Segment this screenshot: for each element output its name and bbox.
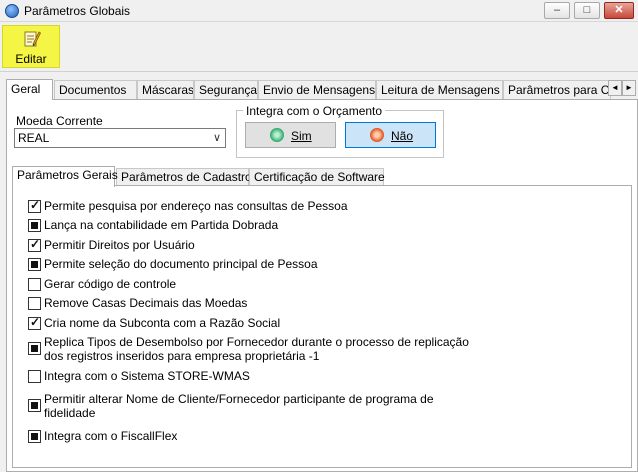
maximize-button[interactable]: □ [574,2,600,19]
checkbox-unchecked[interactable] [28,278,41,291]
tab-parametros-gerais[interactable]: Parâmetros Gerais [12,166,118,187]
checkbox-checked[interactable] [28,198,41,213]
window-title: Parâmetros Globais [24,4,131,18]
title-bar: Parâmetros Globais – □ ✕ [0,0,638,22]
integra-orcamento-title: Integra com o Orçamento [243,104,386,118]
tab-leitura-de-mensagens[interactable]: Leitura de Mensagens [376,80,503,99]
tab-scroll-right-icon[interactable]: ► [622,80,636,96]
editar-button[interactable]: Editar [2,25,60,68]
checkbox-indeterminate[interactable] [28,219,41,232]
checkbox-checked[interactable] [28,237,41,252]
power-on-icon [270,128,284,142]
checkbox-indeterminate[interactable] [28,430,41,443]
edit-document-icon [24,31,41,47]
sim-button[interactable]: Sim [245,122,336,148]
tab-seguranca[interactable]: Segurança [194,80,258,99]
moeda-corrente-label: Moeda Corrente [16,114,103,128]
tab-parametros-de-cadastro[interactable]: Parâmetros de Cadastro [116,168,252,186]
tab-geral[interactable]: Geral [6,79,53,100]
nao-button[interactable]: Não [345,122,436,148]
main-tab-strip: Geral Documentos Máscaras Segurança Envi… [6,79,638,100]
nao-label: Não [391,129,414,143]
checkbox-indeterminate[interactable] [28,258,41,271]
sim-label: Sim [291,129,312,143]
tab-parametros-para-co[interactable]: Parâmetros para Co [503,80,611,99]
moeda-corrente-select[interactable]: REAL ∨ [14,128,226,148]
chevron-down-icon: ∨ [212,132,221,144]
tab-mascaras[interactable]: Máscaras [137,80,194,99]
power-off-icon [370,128,384,142]
checkbox-checked[interactable] [28,315,41,330]
checkbox-unchecked[interactable] [28,297,41,310]
toolbar: Editar [0,22,638,72]
close-button[interactable]: ✕ [604,2,634,19]
tab-certificacao-de-software[interactable]: Certificação de Software [249,168,385,186]
tab-envio-de-mensagens[interactable]: Envio de Mensagens [258,80,376,99]
moeda-corrente-value: REAL [18,131,50,145]
checkbox-unchecked[interactable] [28,370,41,383]
editar-label: Editar [15,52,47,66]
checkbox-indeterminate[interactable] [28,399,41,412]
checkbox-indeterminate[interactable] [28,342,41,355]
app-globe-icon [5,4,19,18]
minimize-button[interactable]: – [544,2,570,19]
tab-scroll-left-icon[interactable]: ◄ [608,80,622,96]
tab-documentos[interactable]: Documentos [54,80,137,99]
